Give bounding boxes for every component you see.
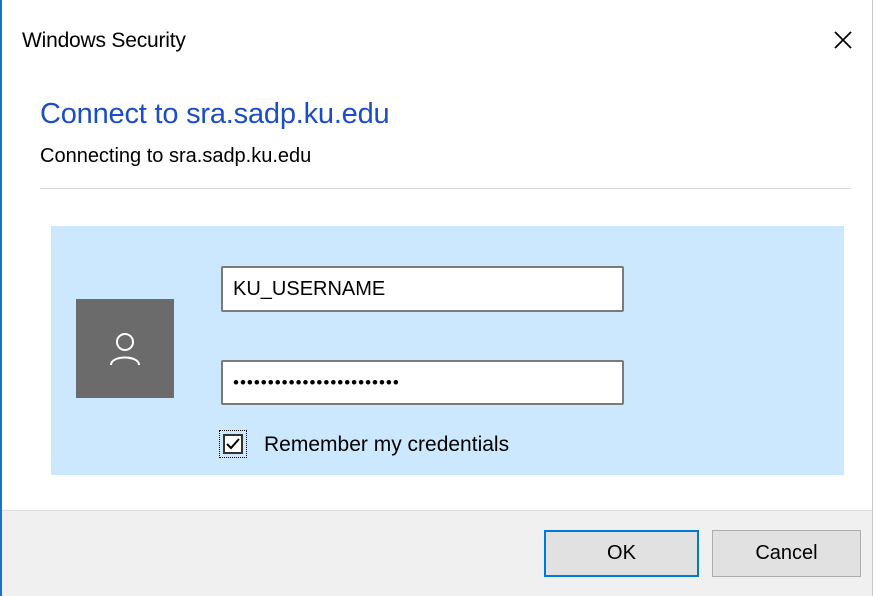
avatar	[76, 299, 174, 398]
close-button[interactable]	[813, 10, 873, 70]
dialog-subheading: Connecting to sra.sadp.ku.edu	[40, 145, 312, 167]
username-input[interactable]	[221, 266, 624, 312]
remember-credentials-checkbox[interactable]	[219, 430, 247, 458]
close-icon	[834, 31, 852, 49]
title-bar: Windows Security	[0, 0, 873, 82]
password-input[interactable]	[221, 360, 624, 405]
ok-button[interactable]: OK	[544, 530, 699, 577]
user-icon	[110, 332, 140, 365]
cancel-button[interactable]: Cancel	[712, 530, 861, 577]
windows-security-dialog: Windows Security Connect to sra.sadp.ku.…	[0, 0, 873, 596]
remember-credentials-label[interactable]: Remember my credentials	[264, 433, 509, 457]
window-left-border	[0, 0, 2, 596]
header-divider	[40, 188, 851, 189]
checkbox-box	[223, 434, 243, 454]
window-title: Windows Security	[22, 29, 186, 52]
checkmark-icon	[226, 438, 240, 450]
dialog-heading: Connect to sra.sadp.ku.edu	[40, 98, 390, 130]
